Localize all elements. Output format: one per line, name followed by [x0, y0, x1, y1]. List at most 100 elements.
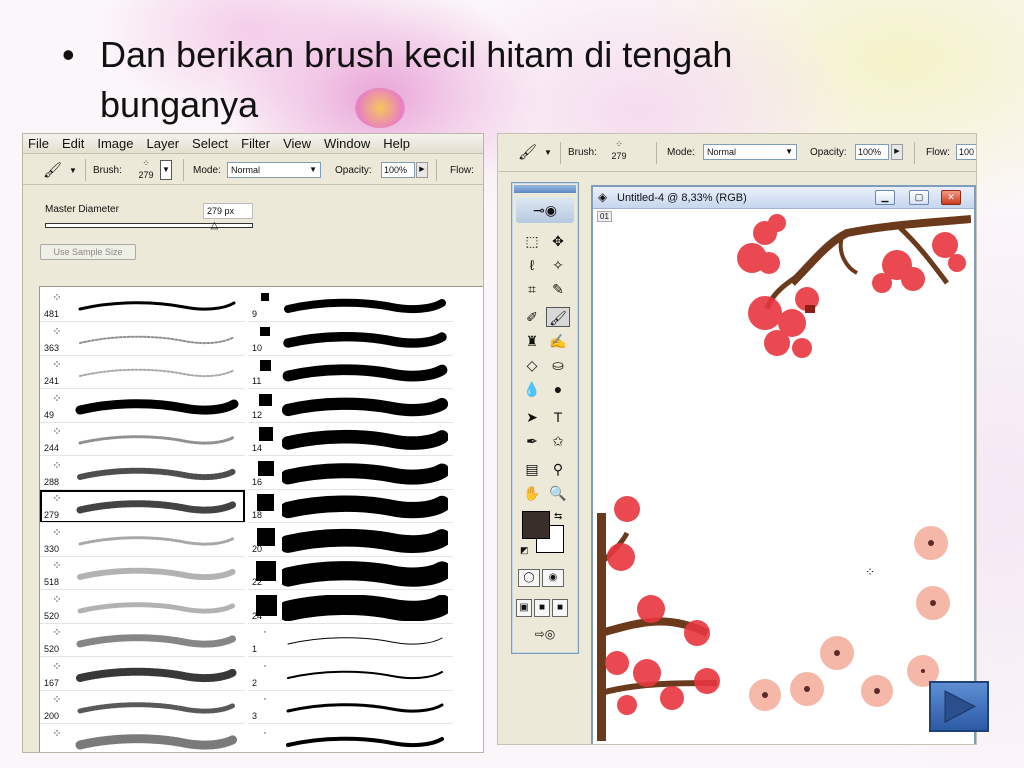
brush-picker-dropdown[interactable]: ▼	[160, 160, 172, 180]
menu-help[interactable]: Help	[383, 136, 410, 151]
brush-preset-item[interactable]: ⁘ 330	[40, 524, 245, 557]
marquee-tool-icon[interactable]: ⬚	[520, 231, 544, 251]
menu-layer[interactable]: Layer	[147, 136, 180, 151]
foreground-color-swatch[interactable]	[522, 511, 550, 539]
brush-preset-item[interactable]: 14	[248, 423, 453, 456]
history-brush-icon[interactable]: ✍	[546, 331, 570, 351]
menu-select[interactable]: Select	[192, 136, 228, 151]
master-diameter-slider[interactable]	[45, 223, 253, 228]
opacity-slider-arrow-icon[interactable]: ▶	[416, 162, 428, 178]
brush-preset-item[interactable]: 12	[248, 390, 453, 423]
swap-colors-icon[interactable]: ⇆	[554, 511, 562, 522]
tool-preset-arrow-icon[interactable]: ▼	[69, 166, 77, 175]
standard-screen-icon[interactable]: ▣	[516, 599, 532, 617]
maximize-button[interactable]: ▢	[909, 190, 929, 205]
brush-preset-item[interactable]: 16	[248, 457, 453, 490]
brush-preset-item[interactable]: ⁘ 518	[40, 557, 245, 590]
path-selection-icon[interactable]: ➤	[520, 407, 544, 427]
move-tool-icon[interactable]: ✥	[546, 231, 570, 251]
brush-preset-item[interactable]: ⁘ 200	[40, 691, 245, 724]
brush-preset-item[interactable]: ⁘ 241	[40, 356, 245, 389]
default-colors-icon[interactable]: ◩	[520, 545, 529, 556]
brush-preset-item[interactable]: 11	[248, 356, 453, 389]
toolbox-title-bar[interactable]	[514, 185, 576, 193]
brush-preset-item[interactable]: 20	[248, 524, 453, 557]
close-button[interactable]: ✕	[941, 190, 961, 205]
zoom-tool-icon[interactable]: 🔍	[546, 483, 570, 503]
healing-brush-icon[interactable]: ✐	[520, 307, 544, 327]
brush-preset-item[interactable]: · 2	[248, 658, 453, 691]
dodge-tool-icon[interactable]: ●	[546, 379, 570, 399]
brush-preset-item[interactable]: ⁘ 520	[40, 624, 245, 657]
slider-thumb-icon[interactable]: △	[211, 220, 219, 231]
brush-preset-item[interactable]: ⁘ 279	[40, 490, 245, 523]
menu-view[interactable]: View	[283, 136, 311, 151]
lasso-tool-icon[interactable]: ℓ	[520, 255, 544, 275]
pen-tool-icon[interactable]: ✒	[520, 431, 544, 451]
feather-logo-icon[interactable]: ⊸◉	[516, 197, 574, 223]
brush-preset-item[interactable]: ⁘ 244	[40, 423, 245, 456]
blur-tool-icon[interactable]: 💧	[520, 379, 544, 399]
notes-tool-icon[interactable]: ▤	[520, 459, 544, 479]
custom-shape-icon[interactable]: ✩	[546, 431, 570, 451]
brush-picker-screenshot: File Edit Image Layer Select Filter View…	[22, 133, 484, 753]
brush-preset-item[interactable]: ⁘ 481	[40, 289, 245, 322]
magic-wand-icon[interactable]: ✧	[546, 255, 570, 275]
eraser-icon[interactable]: ◇	[520, 355, 544, 375]
menu-filter[interactable]: Filter	[241, 136, 270, 151]
full-screen-icon[interactable]: ■	[552, 599, 568, 617]
clone-stamp-icon[interactable]: ♜	[520, 331, 544, 351]
scatter-brush-icon: ⁘	[52, 727, 62, 740]
opacity-slider-arrow-icon[interactable]: ▶	[891, 144, 903, 160]
crop-tool-icon[interactable]: ⌗	[520, 279, 544, 299]
hand-tool-icon[interactable]: ✋	[520, 483, 544, 503]
menu-edit[interactable]: Edit	[62, 136, 84, 151]
use-sample-size-button[interactable]: Use Sample Size	[40, 244, 136, 260]
menu-image[interactable]: Image	[97, 136, 133, 151]
mode-select[interactable]: Normal ▼	[703, 144, 797, 160]
brush-preset-item[interactable]: ·	[248, 725, 453, 753]
brush-preset-item[interactable]: ⁘ 520	[40, 591, 245, 624]
brush-preset-item[interactable]: ⁘ 288	[40, 457, 245, 490]
jump-to-imageready-icon[interactable]: ⇨◎	[520, 627, 570, 645]
quick-mask-icon[interactable]: ◉	[542, 569, 564, 587]
opacity-field[interactable]: 100%	[855, 144, 889, 160]
paint-bucket-icon[interactable]: ⛀	[546, 355, 570, 375]
toolbox: ⊸◉ ⬚ ✥ ℓ ✧ ⌗ ✎ ✐ 🖌 ♜ ✍ ◇ ⛀ 💧 ● ➤ T ✒ ✩ ▤…	[511, 182, 579, 654]
brush-preset-item[interactable]: ⁘	[40, 725, 245, 753]
opacity-field[interactable]: 100%	[381, 162, 415, 178]
brush-preset-item[interactable]: ⁘ 363	[40, 323, 245, 356]
master-diameter-field[interactable]: 279 px	[203, 203, 253, 219]
master-diameter-label: Master Diameter	[45, 204, 119, 215]
flow-field[interactable]: 100	[956, 144, 976, 160]
brush-preset-item[interactable]: ⁘ 167	[40, 658, 245, 691]
brush-preset-item[interactable]: 24	[248, 591, 453, 624]
tool-preset-arrow-icon[interactable]: ▼	[544, 148, 552, 157]
painting-screenshot: 🖌 ▼ Brush: ⁘ 279 Mode: Normal ▼ Opacity:…	[497, 133, 977, 745]
brush-preset-item[interactable]: 10	[248, 323, 453, 356]
next-slide-button[interactable]	[929, 681, 989, 732]
brush-preset-item[interactable]: · 3	[248, 691, 453, 724]
menu-window[interactable]: Window	[324, 136, 370, 151]
brush-preset-item[interactable]: 9	[248, 289, 453, 322]
brush-preset-item[interactable]: · 1	[248, 624, 453, 657]
slice-tool-icon[interactable]: ✎	[546, 279, 570, 299]
type-tool-icon[interactable]: T	[546, 407, 570, 427]
image-canvas[interactable]	[596, 213, 972, 741]
menu-file[interactable]: File	[28, 136, 49, 151]
mode-select[interactable]: Normal ▼	[227, 162, 321, 178]
brush-preset-item[interactable]: ⁘ 49	[40, 390, 245, 423]
document-title-bar[interactable]: ◈ Untitled-4 @ 8,33% (RGB) ▁ ▢ ✕	[593, 187, 974, 209]
brush-dots-icon: ⁘	[142, 158, 150, 168]
brush-tool-icon[interactable]: 🖌	[518, 143, 540, 161]
brush-preset-thumbnail[interactable]: ⁘ 279	[606, 138, 632, 164]
standard-mode-icon[interactable]: ◯	[518, 569, 540, 587]
brush-tool-icon[interactable]: 🖌	[546, 307, 570, 327]
brush-preset-thumbnail[interactable]: ⁘ 279	[133, 157, 159, 183]
minimize-button[interactable]: ▁	[875, 190, 895, 205]
brush-tool-icon[interactable]: 🖌	[43, 161, 65, 179]
brush-preset-item[interactable]: 18	[248, 490, 453, 523]
brush-preset-item[interactable]: 22	[248, 557, 453, 590]
eyedropper-icon[interactable]: ⚲	[546, 459, 570, 479]
full-screen-menu-icon[interactable]: ■	[534, 599, 550, 617]
